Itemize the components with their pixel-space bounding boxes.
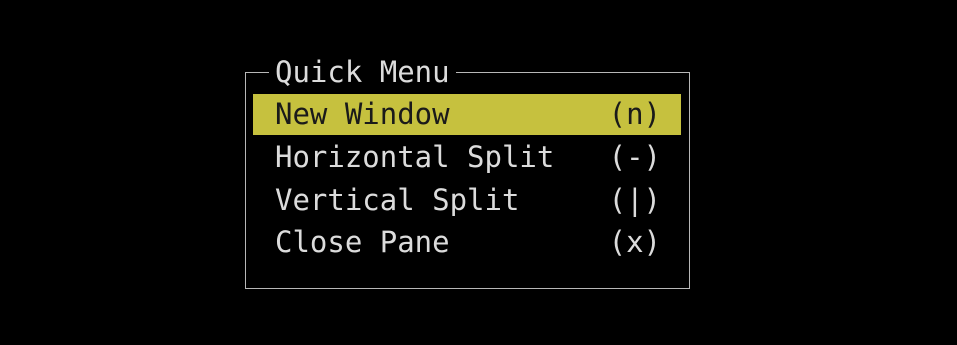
menu-item-vertical-split[interactable]: Vertical Split (|) <box>253 180 681 221</box>
menu-item-horizontal-split[interactable]: Horizontal Split (-) <box>253 137 681 178</box>
menu-item-label: Vertical Split <box>275 183 520 217</box>
menu-item-close-pane[interactable]: Close Pane (x) <box>253 222 681 263</box>
menu-item-shortcut: (-) <box>608 140 661 174</box>
menu-item-shortcut: (x) <box>608 225 661 259</box>
menu-item-shortcut: (n) <box>608 97 661 131</box>
menu-item-label: Horizontal Split <box>275 140 555 174</box>
menu-item-label: Close Pane <box>275 225 450 259</box>
menu-title: Quick Menu <box>269 54 456 90</box>
menu-item-label: New Window <box>275 97 450 131</box>
menu-item-shortcut: (|) <box>608 183 661 217</box>
menu-item-new-window[interactable]: New Window (n) <box>253 94 681 135</box>
